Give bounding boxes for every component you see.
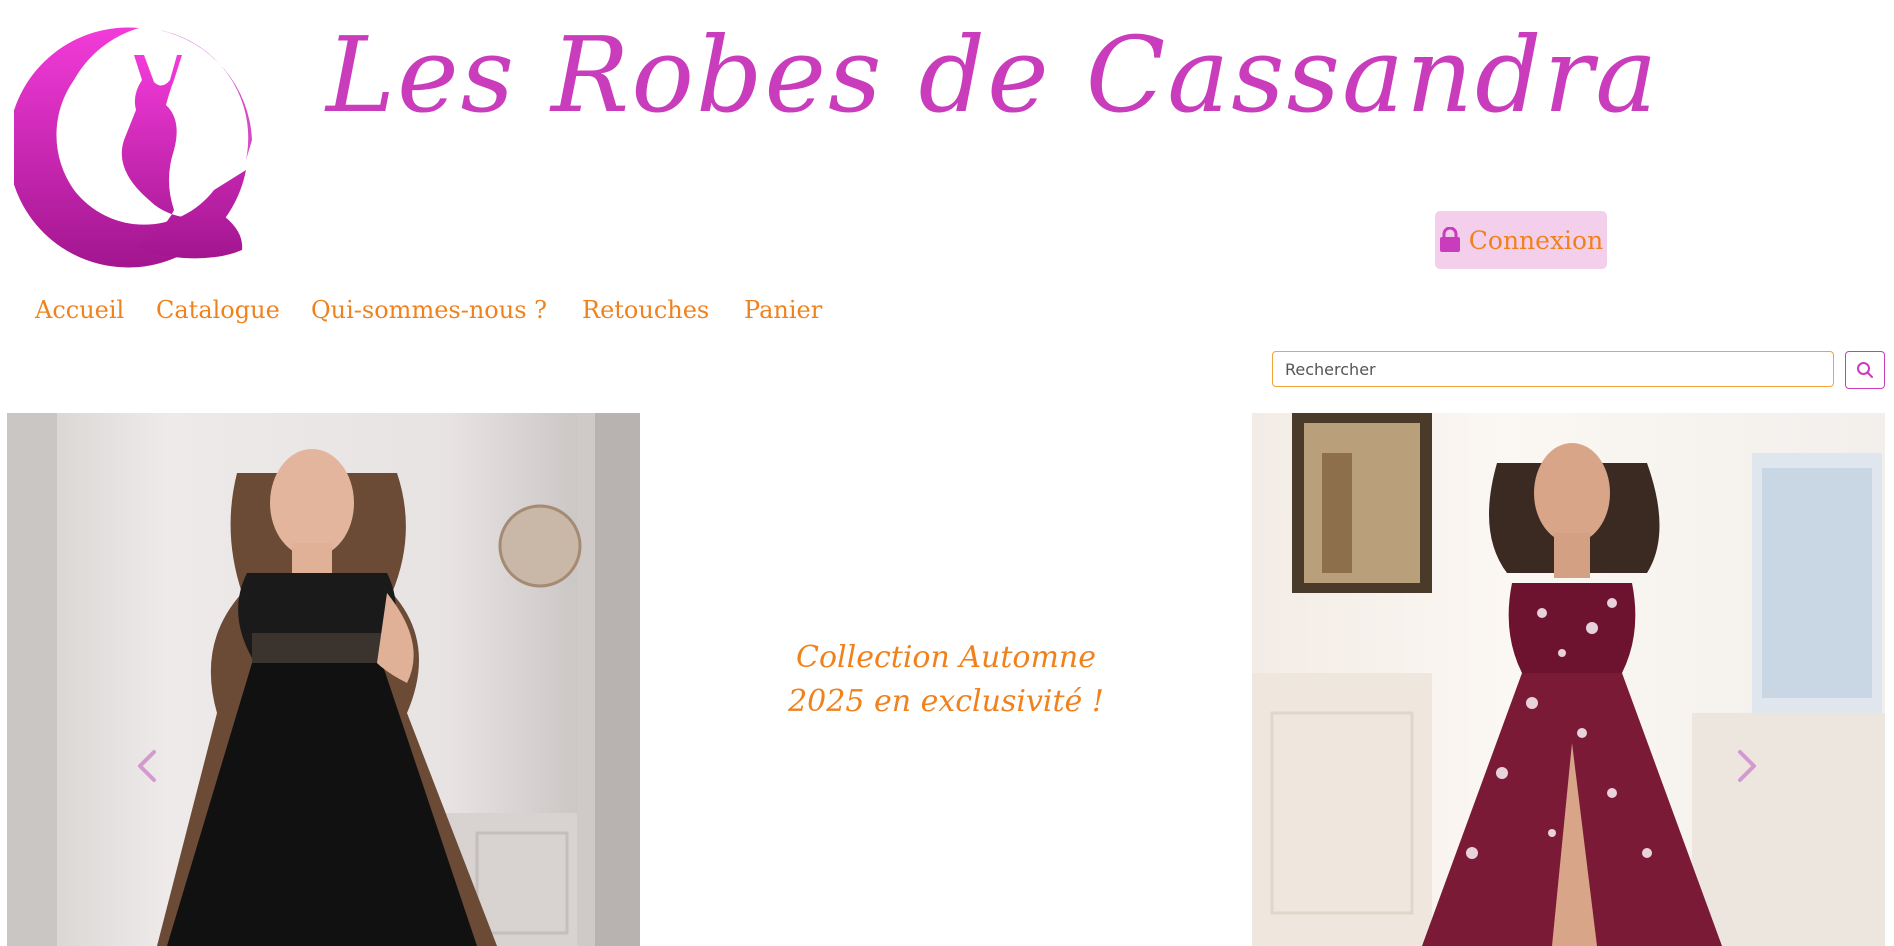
search-button[interactable] — [1845, 351, 1885, 389]
site-title: Les Robes de Cassandra — [326, 14, 1660, 136]
nav-item-catalogue[interactable]: Catalogue — [156, 296, 280, 324]
chevron-left-icon — [138, 750, 156, 782]
logo[interactable] — [14, 20, 264, 270]
carousel: Collection Automne 2025 en exclusivité ! — [0, 413, 1894, 946]
black-dress-photo — [7, 413, 640, 946]
nav-item-panier[interactable]: Panier — [744, 296, 822, 324]
page: Les Robes de Cassandra Connexion Accueil… — [0, 0, 1894, 946]
carousel-next-button[interactable] — [1727, 741, 1767, 791]
chevron-right-icon — [1738, 750, 1756, 782]
carousel-image-black-dress — [7, 413, 640, 946]
nav-item-accueil[interactable]: Accueil — [35, 296, 124, 324]
nav-item-retouches[interactable]: Retouches — [582, 296, 709, 324]
carousel-prev-button[interactable] — [127, 741, 167, 791]
burgundy-dress-photo — [1252, 413, 1885, 946]
search-input[interactable] — [1272, 351, 1834, 387]
carousel-image-burgundy-dress — [1252, 413, 1885, 946]
carousel-caption: Collection Automne 2025 en exclusivité ! — [788, 639, 1104, 719]
carousel-caption-panel: Collection Automne 2025 en exclusivité ! — [640, 413, 1252, 946]
login-button[interactable]: Connexion — [1435, 211, 1607, 269]
lock-icon — [1439, 227, 1460, 252]
nav-item-qui-sommes-nous[interactable]: Qui-sommes-nous ? — [311, 296, 547, 324]
search-icon — [1857, 362, 1873, 378]
login-label: Connexion — [1468, 225, 1604, 255]
